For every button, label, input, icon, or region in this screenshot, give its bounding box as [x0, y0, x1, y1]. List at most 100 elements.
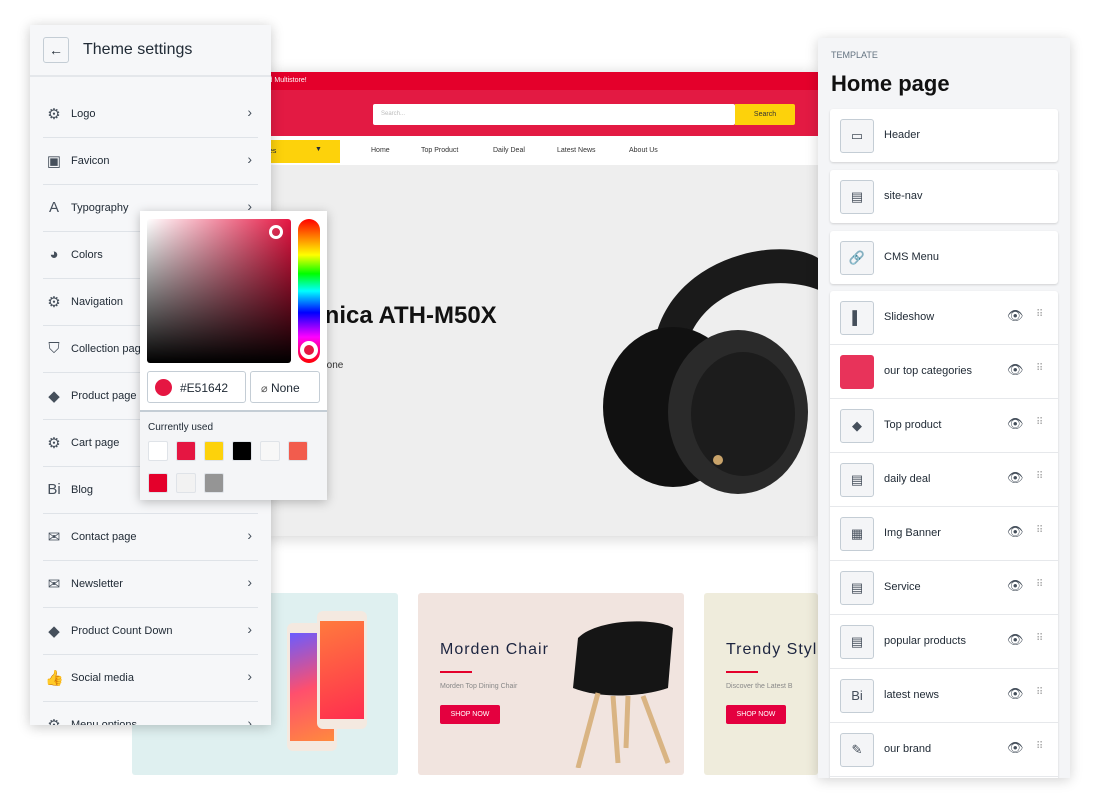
- settings-item[interactable]: ✉ Contact page ›: [43, 514, 258, 561]
- template-panel: TEMPLATE Home page ▭ Header ▤ site-nav 🔗…: [818, 38, 1070, 778]
- nav-latest-news[interactable]: Latest News: [557, 147, 596, 154]
- sections-list: ▌ Slideshow 👁 ⠿ our top categories 👁 ⠿ ◆…: [830, 291, 1058, 778]
- nav-daily-deal[interactable]: Daily Deal: [493, 147, 525, 154]
- nav-section-icon: ▤: [840, 180, 874, 214]
- eye-icon[interactable]: 👁: [1007, 524, 1024, 540]
- drag-handle-icon[interactable]: ⠿: [1036, 363, 1043, 374]
- drag-handle-icon[interactable]: ⠿: [1036, 687, 1043, 698]
- banner-subtitle: Discover the Latest B: [726, 683, 793, 690]
- color-swatch[interactable]: [176, 473, 196, 493]
- hex-input[interactable]: #E51642: [147, 371, 246, 403]
- currently-used-section: Currently used: [140, 410, 327, 500]
- fixed-section-card[interactable]: ▤ site-nav: [830, 170, 1058, 223]
- section-row[interactable]: Bi latest news 👁 ⠿: [830, 669, 1058, 723]
- eye-icon[interactable]: 👁: [1007, 470, 1024, 486]
- nav-about-us[interactable]: About Us: [629, 147, 658, 154]
- color-swatch[interactable]: [204, 473, 224, 493]
- link-icon: 🔗: [840, 241, 874, 275]
- tag-icon: ◆: [840, 409, 874, 443]
- arrow-left-icon: ←: [49, 42, 63, 58]
- none-button[interactable]: ⌀ None: [250, 371, 320, 403]
- settings-item-label: Collection pag: [71, 343, 141, 355]
- section-icon: ▤: [840, 571, 874, 605]
- hue-handle[interactable]: [300, 341, 318, 359]
- section-row[interactable]: ▦ Img Banner 👁 ⠿: [830, 507, 1058, 561]
- settings-item[interactable]: ◆ Product Count Down ›: [43, 608, 258, 655]
- settings-item-label: Product page: [71, 390, 137, 402]
- shop-now-button[interactable]: SHOP NOW: [440, 705, 500, 724]
- color-swatch[interactable]: [260, 441, 280, 461]
- settings-item[interactable]: ✉ Newsletter ›: [43, 561, 258, 608]
- color-swatch[interactable]: [204, 441, 224, 461]
- banner-subtitle: Morden Top Dining Chair: [440, 683, 518, 690]
- drag-handle-icon[interactable]: ⠿: [1036, 579, 1043, 590]
- chevron-right-icon: ›: [247, 621, 252, 637]
- drag-handle-icon[interactable]: ⠿: [1036, 741, 1043, 752]
- color-swatch[interactable]: [148, 441, 168, 461]
- tag-icon: ◆: [48, 388, 60, 405]
- hue-slider[interactable]: [298, 219, 320, 363]
- section-label: Header: [884, 129, 921, 141]
- store-search-input[interactable]: Search...: [373, 104, 735, 125]
- drag-handle-icon[interactable]: ⠿: [1036, 633, 1043, 644]
- saturation-handle[interactable]: [269, 225, 283, 239]
- back-button[interactable]: ←: [43, 37, 69, 63]
- slideshow-thumb: ▌: [840, 301, 874, 335]
- shop-now-button[interactable]: SHOP NOW: [726, 705, 786, 724]
- category-dropdown[interactable]: es ▼: [263, 140, 340, 163]
- store-search-button[interactable]: Search: [735, 104, 795, 125]
- section-row[interactable]: ✎ our brand 👁 ⠿: [830, 723, 1058, 777]
- color-swatch[interactable]: [148, 473, 168, 493]
- drag-handle-icon[interactable]: ⠿: [1036, 471, 1043, 482]
- eye-icon[interactable]: 👁: [1007, 740, 1024, 756]
- header-section-icon: ▭: [840, 119, 874, 153]
- section-row[interactable]: ▤ Service 👁 ⠿: [830, 561, 1058, 615]
- section-label: CMS Menu: [884, 251, 940, 263]
- eye-icon[interactable]: 👁: [1007, 416, 1024, 432]
- settings-item-label: Product Count Down: [71, 625, 173, 637]
- fixed-section-card[interactable]: ▭ Header: [830, 109, 1058, 162]
- template-label: TEMPLATE: [831, 50, 878, 60]
- eye-icon[interactable]: 👁: [1007, 362, 1024, 378]
- nav-home[interactable]: Home: [371, 147, 390, 154]
- settings-item[interactable]: 👍 Social media ›: [43, 655, 258, 702]
- settings-item-label: Navigation: [71, 296, 123, 308]
- settings-item[interactable]: ▣ Favicon ›: [43, 138, 258, 185]
- color-picker: #E51642 ⌀ None Currently used: [140, 211, 327, 500]
- banner-chair[interactable]: Morden Chair Morden Top Dining Chair SHO…: [418, 593, 684, 775]
- color-swatch[interactable]: [232, 441, 252, 461]
- settings-item-label: Menu options: [71, 719, 138, 725]
- banner-trendy[interactable]: Trendy Styl Discover the Latest B SHOP N…: [704, 593, 818, 775]
- saturation-area[interactable]: [147, 219, 291, 363]
- drag-handle-icon[interactable]: ⠿: [1036, 417, 1043, 428]
- eye-icon[interactable]: 👁: [1007, 308, 1024, 324]
- store-header: Search... Search: [263, 90, 818, 136]
- chevron-right-icon: ›: [247, 668, 252, 684]
- section-row[interactable]: ▤ daily deal 👁 ⠿: [830, 453, 1058, 507]
- chevron-right-icon: ›: [247, 715, 252, 725]
- eye-icon[interactable]: 👁: [1007, 578, 1024, 594]
- no-color-icon: ⌀: [261, 383, 268, 395]
- color-swatch[interactable]: [288, 441, 308, 461]
- section-row[interactable]: ◆ Top product 👁 ⠿: [830, 399, 1058, 453]
- store-nav: es ▼ Home Top Product Daily Deal Latest N…: [263, 136, 818, 165]
- color-swatch[interactable]: [176, 441, 196, 461]
- blog-icon: Bi: [47, 481, 61, 498]
- section-label: Slideshow: [884, 311, 935, 323]
- chevron-right-icon: ›: [247, 104, 252, 120]
- settings-item[interactable]: ⚙ Logo ›: [43, 91, 258, 138]
- settings-item[interactable]: ⚙ Menu options ›: [43, 702, 258, 725]
- headphones-image: [603, 249, 818, 494]
- drag-handle-icon[interactable]: ⠿: [1036, 525, 1043, 536]
- nav-top-product[interactable]: Top Product: [421, 147, 458, 154]
- tags-icon: ⛉: [48, 340, 60, 357]
- eye-icon[interactable]: 👁: [1007, 632, 1024, 648]
- eye-icon[interactable]: 👁: [1007, 686, 1024, 702]
- fixed-section-card[interactable]: 🔗 CMS Menu: [830, 231, 1058, 284]
- drag-handle-icon[interactable]: ⠿: [1036, 309, 1043, 320]
- section-row[interactable]: our top categories 👁 ⠿: [830, 345, 1058, 399]
- section-label: our brand: [884, 743, 932, 755]
- section-row[interactable]: ▌ Slideshow 👁 ⠿: [830, 291, 1058, 345]
- section-row[interactable]: ▤ popular products 👁 ⠿: [830, 615, 1058, 669]
- gear-icon: ⚙: [47, 294, 61, 311]
